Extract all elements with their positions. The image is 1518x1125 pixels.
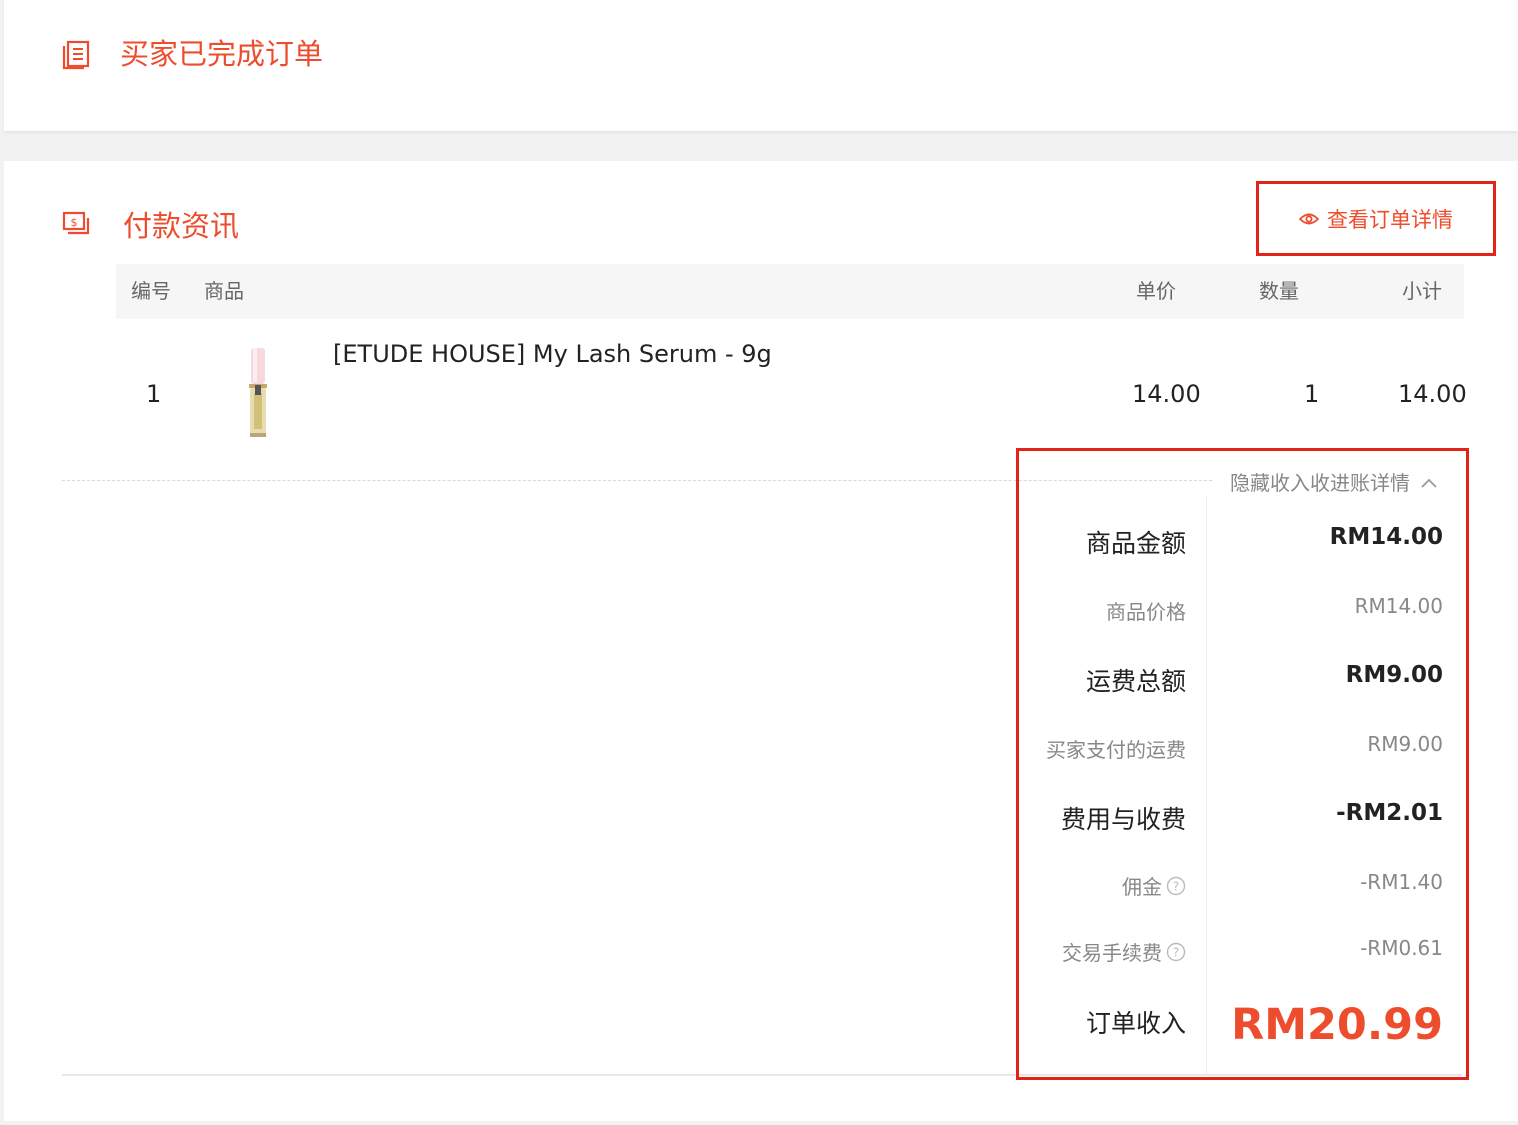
header-no: 编号 [131, 279, 171, 303]
svg-text:?: ? [1173, 880, 1179, 894]
product-amount-label: 商品金额 [1085, 529, 1186, 558]
header-subtotal: 小计 [1402, 279, 1442, 303]
transaction-fee-row: 交易手续费? [1062, 937, 1186, 967]
product-thumbnail[interactable] [236, 345, 280, 440]
transaction-fee-value: -RM0.61 [1360, 936, 1443, 960]
svg-text:?: ? [1173, 946, 1179, 960]
row-no: 1 [146, 380, 162, 408]
fees-label: 费用与收费 [1060, 805, 1186, 834]
buyer-shipping-value: RM9.00 [1367, 732, 1443, 756]
order-income-label: 订单收入 [1085, 1009, 1186, 1038]
order-income-value: RM20.99 [1231, 1000, 1443, 1050]
commission-value: -RM1.40 [1360, 870, 1443, 894]
row-quantity: 1 [1304, 380, 1320, 408]
order-status-title: 买家已完成订单 [120, 37, 324, 71]
chevron-up-icon [1420, 470, 1438, 494]
header-unit-price: 单价 [1136, 279, 1176, 303]
help-circle-icon[interactable]: ? [1166, 942, 1186, 967]
product-table-header: 编号 商品 单价 数量 小计 [116, 264, 1464, 319]
svg-text:$: $ [71, 216, 78, 229]
product-name-link[interactable]: [ETUDE HOUSE] My Lash Serum - 9g [333, 340, 772, 368]
commission-row: 佣金? [1122, 871, 1186, 901]
eye-icon [1298, 207, 1320, 231]
header-product: 商品 [204, 279, 244, 303]
payment-info-title: 付款资讯 [123, 209, 240, 243]
transaction-fee-label: 交易手续费 [1062, 941, 1162, 965]
shipping-total-label: 运费总额 [1085, 667, 1186, 696]
product-amount-value: RM14.00 [1329, 524, 1443, 550]
shipping-total-value: RM9.00 [1345, 662, 1443, 688]
payment-icon: $ [62, 211, 90, 239]
hide-income-details-label: 隐藏收入收进账详情 [1230, 471, 1410, 495]
row-unit-price: 14.00 [1132, 380, 1201, 408]
view-order-details-button[interactable]: 查看订单详情 [1256, 181, 1496, 256]
product-price-value: RM14.00 [1354, 594, 1443, 618]
fees-value: -RM2.01 [1336, 800, 1443, 826]
product-price-label: 商品价格 [1106, 600, 1186, 624]
row-subtotal: 14.00 [1398, 380, 1467, 408]
order-list-icon [62, 40, 90, 74]
header-quantity: 数量 [1259, 279, 1299, 303]
commission-label: 佣金 [1122, 875, 1162, 899]
help-circle-icon[interactable]: ? [1166, 876, 1186, 901]
view-order-details-label: 查看订单详情 [1327, 207, 1453, 232]
buyer-shipping-label: 买家支付的运费 [1046, 738, 1186, 762]
hide-income-details-toggle[interactable]: 隐藏收入收进账详情 [1230, 467, 1438, 496]
